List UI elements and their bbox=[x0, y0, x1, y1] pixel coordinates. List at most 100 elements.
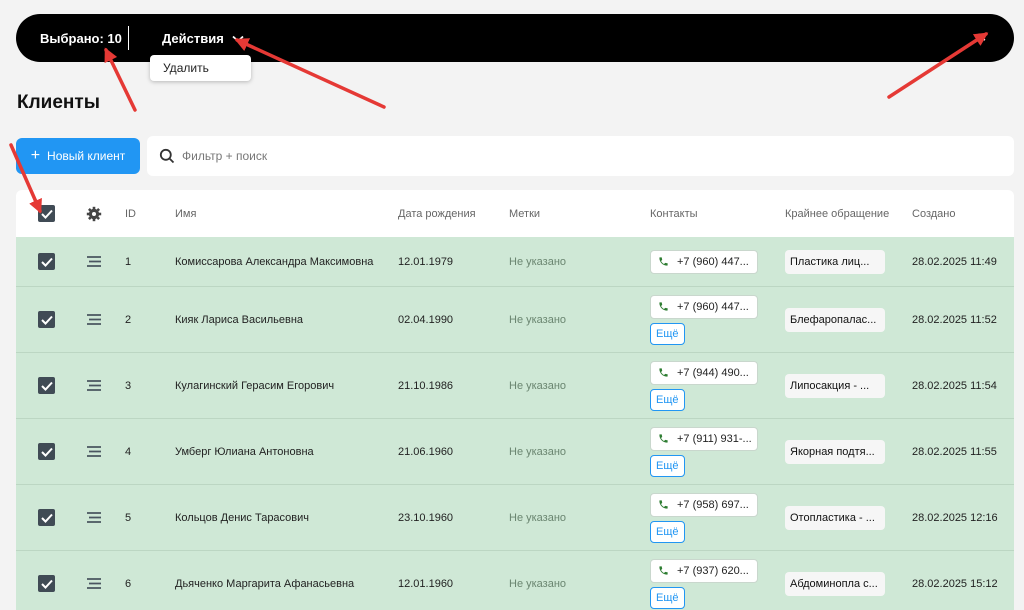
table-header: ID Имя Дата рождения Метки Контакты Край… bbox=[16, 190, 1014, 237]
cell-name: Кольцов Денис Тарасович bbox=[175, 511, 310, 524]
cell-contacts: +7 (960) 447... bbox=[650, 237, 758, 286]
table-row[interactable]: 2 Кияк Лариса Васильевна 02.04.1990 Не указ… bbox=[16, 287, 1014, 353]
phone-chip[interactable]: +7 (958) 697... bbox=[650, 492, 758, 517]
phone-number: +7 (911) 931-... bbox=[677, 432, 752, 445]
plus-icon: + bbox=[30, 147, 41, 164]
new-client-button[interactable]: + Новый клиент bbox=[16, 138, 140, 174]
column-header-tags: Метки bbox=[509, 207, 541, 220]
checkbox-checked-icon bbox=[40, 447, 53, 457]
cell-tags: Не указано bbox=[509, 445, 567, 458]
actions-dropdown-button[interactable]: Действия bbox=[162, 31, 244, 46]
drag-handle-icon[interactable] bbox=[86, 380, 102, 391]
cell-birth: 21.10.1986 bbox=[398, 379, 454, 392]
divider bbox=[128, 26, 129, 50]
selected-count: Выбрано: 10 bbox=[40, 31, 122, 46]
phone-number: +7 (960) 447... bbox=[677, 255, 749, 268]
cell-id: 2 bbox=[125, 313, 132, 326]
phone-number: +7 (960) 447... bbox=[677, 300, 749, 313]
page-title: Клиенты bbox=[17, 92, 100, 113]
checkbox-checked-icon bbox=[40, 209, 53, 219]
phone-chip[interactable]: +7 (960) 447... bbox=[650, 249, 758, 274]
table-row[interactable]: 5 Кольцов Денис Тарасович 23.10.1960 Не ука… bbox=[16, 485, 1014, 551]
cell-created: 28.02.2025 12:16 bbox=[912, 511, 998, 524]
checkbox-checked-icon bbox=[40, 579, 53, 589]
search-icon bbox=[159, 148, 175, 164]
row-checkbox[interactable] bbox=[38, 575, 55, 592]
cell-id: 6 bbox=[125, 577, 132, 590]
row-checkbox[interactable] bbox=[38, 443, 55, 460]
column-header-name: Имя bbox=[175, 207, 197, 220]
last-request-chip[interactable]: Абдоминопла с... bbox=[785, 571, 885, 596]
checkbox-checked-icon bbox=[40, 257, 53, 267]
more-contacts-button[interactable]: Ещё bbox=[650, 586, 685, 609]
row-checkbox[interactable] bbox=[38, 377, 55, 394]
column-header-contacts: Контакты bbox=[650, 207, 698, 220]
last-request-chip[interactable]: Липосакция - ... bbox=[785, 373, 885, 398]
gear-icon[interactable] bbox=[86, 206, 102, 222]
cell-tags: Не указано bbox=[509, 313, 567, 326]
drag-handle-icon[interactable] bbox=[86, 314, 102, 325]
chevron-down-icon bbox=[232, 35, 244, 42]
last-request-chip[interactable]: Пластика лиц... bbox=[785, 249, 885, 274]
cell-birth: 21.06.1960 bbox=[398, 445, 454, 458]
table-row[interactable]: 1 Комиссарова Александра Максимовна 12.01.… bbox=[16, 237, 1014, 287]
row-checkbox[interactable] bbox=[38, 253, 55, 270]
phone-icon bbox=[659, 368, 668, 377]
column-header-last-request: Крайнее обращение bbox=[785, 207, 890, 220]
drag-handle-icon[interactable] bbox=[86, 446, 102, 457]
cell-id: 1 bbox=[125, 255, 132, 268]
phone-number: +7 (958) 697... bbox=[677, 498, 749, 511]
last-request-chip[interactable]: Блефаропалас... bbox=[785, 307, 885, 332]
close-icon[interactable]: × bbox=[977, 29, 986, 46]
last-request-chip[interactable]: Якорная подтя... bbox=[785, 439, 885, 464]
cell-created: 28.02.2025 11:54 bbox=[912, 379, 997, 392]
phone-chip[interactable]: +7 (960) 447... bbox=[650, 294, 758, 319]
drag-handle-icon[interactable] bbox=[86, 256, 102, 267]
table-row[interactable]: 4 Умберг Юлиана Антоновна 21.06.1960 Не ука… bbox=[16, 419, 1014, 485]
column-header-birth: Дата рождения bbox=[398, 207, 476, 220]
cell-birth: 12.01.1960 bbox=[398, 577, 454, 590]
cell-tags: Не указано bbox=[509, 511, 567, 524]
cell-name: Дьяченко Маргарита Афанасьевна bbox=[175, 577, 355, 590]
more-contacts-button[interactable]: Ещё bbox=[650, 322, 685, 345]
phone-icon bbox=[659, 566, 668, 575]
cell-id: 5 bbox=[125, 511, 132, 524]
phone-chip[interactable]: +7 (944) 490... bbox=[650, 360, 758, 385]
cell-contacts: +7 (960) 447... Ещё bbox=[650, 287, 758, 352]
cell-contacts: +7 (944) 490... Ещё bbox=[650, 353, 758, 418]
drag-handle-icon[interactable] bbox=[86, 512, 102, 523]
cell-tags: Не указано bbox=[509, 577, 567, 590]
phone-chip[interactable]: +7 (937) 620... bbox=[650, 558, 758, 583]
search-input[interactable] bbox=[182, 146, 982, 166]
more-contacts-button[interactable]: Ещё bbox=[650, 388, 685, 411]
cell-birth: 12.01.1979 bbox=[398, 255, 454, 268]
new-client-label: Новый клиент bbox=[47, 149, 126, 163]
row-checkbox[interactable] bbox=[38, 311, 55, 328]
phone-icon bbox=[659, 500, 668, 509]
row-checkbox[interactable] bbox=[38, 509, 55, 526]
cell-id: 3 bbox=[125, 379, 132, 392]
phone-chip[interactable]: +7 (911) 931-... bbox=[650, 426, 758, 451]
drag-handle-icon[interactable] bbox=[86, 578, 102, 589]
dropdown-item-delete[interactable]: Удалить bbox=[150, 55, 251, 81]
more-contacts-button[interactable]: Ещё bbox=[650, 520, 685, 543]
cell-name: Умберг Юлиана Антоновна bbox=[175, 445, 314, 458]
cell-tags: Не указано bbox=[509, 255, 567, 268]
cell-name: Кулагинский Герасим Егорович bbox=[175, 379, 335, 392]
last-request-chip[interactable]: Отопластика - ... bbox=[785, 505, 885, 530]
cell-id: 4 bbox=[125, 445, 132, 458]
checkbox-checked-icon bbox=[40, 513, 53, 523]
phone-icon bbox=[659, 434, 668, 443]
select-all-checkbox[interactable] bbox=[38, 205, 55, 222]
cell-created: 28.02.2025 11:55 bbox=[912, 445, 997, 458]
phone-number: +7 (944) 490... bbox=[677, 366, 749, 379]
column-header-created: Создано bbox=[912, 207, 956, 220]
cell-birth: 23.10.1960 bbox=[398, 511, 454, 524]
cell-contacts: +7 (937) 620... Ещё bbox=[650, 551, 758, 610]
cell-contacts: +7 (958) 697... Ещё bbox=[650, 485, 758, 550]
more-contacts-button[interactable]: Ещё bbox=[650, 454, 685, 477]
cell-created: 28.02.2025 11:49 bbox=[912, 255, 997, 268]
table-row[interactable]: 3 Кулагинский Герасим Егорович 21.10.1986 Н… bbox=[16, 353, 1014, 419]
table-row[interactable]: 6 Дьяченко Маргарита Афанасьевна 12.01.196… bbox=[16, 551, 1014, 610]
cell-created: 28.02.2025 15:12 bbox=[912, 577, 998, 590]
